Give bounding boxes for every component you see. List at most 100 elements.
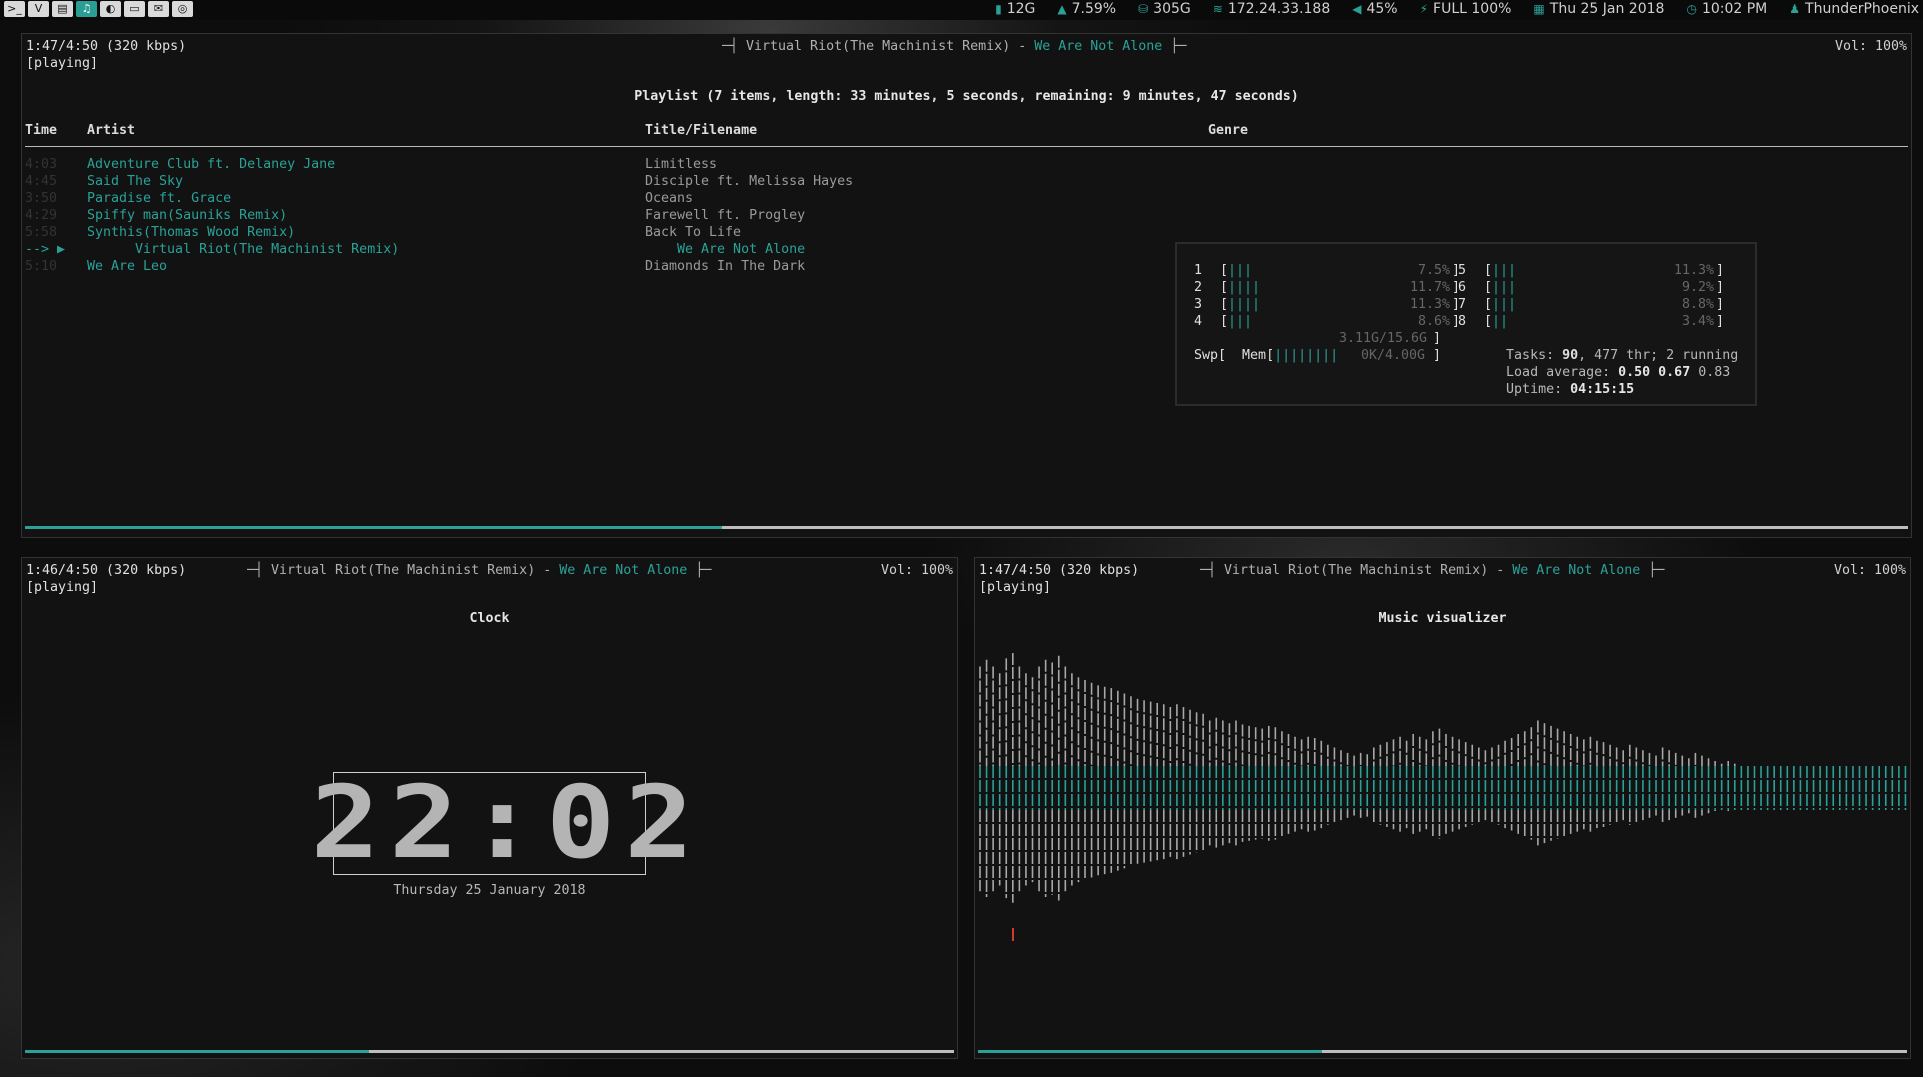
status-text: Thu 25 Jan 2018: [1549, 1, 1665, 17]
track-title: We Are Not Alone: [645, 242, 806, 257]
cpu-percent: 8.6%: [1417, 314, 1450, 329]
track-title: Oceans: [645, 191, 694, 206]
track-time: 5:58: [25, 225, 58, 240]
cpu-id: 3: [1194, 297, 1203, 312]
launcher-0-icon[interactable]: >_: [4, 1, 25, 17]
uptime-line: Uptime: 04:15:15: [1506, 382, 1635, 397]
playlist-row[interactable]: 4:45 Said The Sky Disciple ft. Melissa Hay…: [22, 173, 1911, 190]
system-status-area: ▮ 12G ▲ 7.59% ⛁ 305G ≋ 172.24.33.188 ◀ 45% ⚡ FULL 1…: [995, 1, 1919, 17]
status-item: ⛁ 305G: [1138, 1, 1191, 17]
header-divider: [25, 146, 1908, 147]
cpu-percent: 11.3%: [1409, 297, 1450, 312]
column-artist[interactable]: Artist: [87, 122, 135, 139]
swap-meter: Swp[: [1194, 348, 1227, 363]
playlist-progress-bar[interactable]: [25, 526, 1908, 529]
volume-indicator: Vol: 100%: [1833, 563, 1906, 578]
volume-icon: ◀: [1352, 2, 1362, 16]
playback-state: [playing]: [26, 580, 99, 595]
visualizer-heading: Music visualizer: [1378, 611, 1507, 626]
cpu-percent: 8.8%: [1681, 297, 1714, 312]
htop-widget: 1[||| 7.5%] 2[|||| 11.7%] 3[|||| 11.3%] 4[||| 8…: [1175, 242, 1757, 406]
visualizer-progress-bar[interactable]: [978, 1050, 1907, 1053]
now-playing-title: ─┤ Virtual Riot(The Machinist Remix) - W…: [247, 563, 712, 578]
chip-icon: ▮: [995, 2, 1002, 16]
status-item: ⚡ FULL 100%: [1420, 1, 1512, 17]
cpu-bar: |||: [1492, 280, 1517, 295]
track-title: Limitless: [645, 157, 718, 172]
cpu-bar: |||: [1492, 297, 1517, 312]
launcher-5-icon[interactable]: ▭: [124, 1, 145, 17]
track-title: Disciple ft. Melissa Hayes: [645, 174, 854, 189]
cpu-percent: 7.5%: [1417, 263, 1450, 278]
swap-value: 0K/4.00G: [1361, 348, 1426, 363]
playback-time: 1:47/4:50 (320 kbps): [26, 39, 187, 54]
playlist-pane[interactable]: 1:47/4:50 (320 kbps) [playing] ─┤ Virtua…: [21, 33, 1912, 538]
cpu-id: 5: [1458, 263, 1467, 278]
status-text: 172.24.33.188: [1227, 1, 1331, 17]
status-item: ▲ 7.59%: [1057, 1, 1116, 17]
cpu-id: 6: [1458, 280, 1467, 295]
cpu-percent: 9.2%: [1681, 280, 1714, 295]
track-title: Diamonds In The Dark: [645, 259, 806, 274]
playlist-row[interactable]: 3:50 Paradise ft. Grace Oceans: [22, 190, 1911, 207]
playback-time: 1:47/4:50 (320 kbps): [979, 563, 1140, 578]
playback-state: [playing]: [979, 580, 1052, 595]
launcher-7-icon[interactable]: ◎: [172, 1, 193, 17]
clock-progress-bar[interactable]: [25, 1050, 954, 1053]
cpu-percent: 3.4%: [1681, 314, 1714, 329]
status-text: ThunderPhoenix: [1805, 1, 1919, 17]
track-artist: Spiffy man(Sauniks Remix): [87, 208, 288, 223]
calendar-icon: ▦: [1533, 2, 1545, 16]
launcher-6-icon[interactable]: ✉: [148, 1, 169, 17]
cpu-bar: |||: [1492, 263, 1517, 278]
cpu-id: 7: [1458, 297, 1467, 312]
disk-icon: ⛁: [1138, 2, 1149, 16]
track-title: Back To Life: [645, 225, 742, 240]
launcher-3-icon[interactable]: ♫: [76, 1, 97, 17]
waveform-visualizer: [979, 653, 1907, 941]
launcher-4-icon[interactable]: ◐: [100, 1, 121, 17]
wifi-icon: ≋: [1212, 2, 1223, 16]
status-item: ≋ 172.24.33.188: [1213, 1, 1331, 17]
playback-state: [playing]: [26, 56, 99, 71]
track-time: 3:50: [25, 191, 58, 206]
clock-date: Thursday 25 January 2018: [393, 883, 586, 898]
playlist-row[interactable]: 5:58 Synthis(Thomas Wood Remix) Back To Li…: [22, 224, 1911, 241]
mem-value: 3.11G/15.6G: [1339, 331, 1428, 346]
clock-pane[interactable]: 1:46/4:50 (320 kbps) [playing] ─┤ Virtua…: [21, 557, 958, 1059]
cpu-bar: ||||: [1228, 297, 1261, 312]
volume-indicator: Vol: 100%: [880, 563, 953, 578]
clock-digits: 22:02: [310, 764, 703, 881]
now-playing-title: ─┤ Virtual Riot(The Machinist Remix) - W…: [722, 39, 1187, 54]
column-time[interactable]: Time: [25, 122, 57, 139]
track-time: 5:10: [25, 259, 58, 274]
cpu-percent: 11.7%: [1409, 280, 1450, 295]
column-genre[interactable]: Genre: [1208, 122, 1248, 139]
track-time: 4:29: [25, 208, 58, 223]
cpu-bar: ||||: [1228, 280, 1261, 295]
clock-heading: Clock: [469, 611, 510, 626]
visualizer-pane[interactable]: 1:47/4:50 (320 kbps) [playing] ─┤ Virtua…: [974, 557, 1911, 1059]
playlist-row[interactable]: 4:03 Adventure Club ft. Delaney Jane Limit…: [22, 156, 1911, 173]
track-artist: Paradise ft. Grace: [87, 191, 232, 206]
clock-icon: ◷: [1686, 2, 1697, 16]
track-time: 4:03: [25, 157, 58, 172]
playlist-row[interactable]: 4:29 Spiffy man(Sauniks Remix) Farewell ft…: [22, 207, 1911, 224]
status-item: ▮ 12G: [995, 1, 1035, 17]
battery-plug-icon: ⚡: [1419, 2, 1429, 16]
volume-indicator: Vol: 100%: [1834, 39, 1907, 54]
cpu-bar: |||: [1228, 263, 1253, 278]
app-launchers[interactable]: >_ V ▤ ♫ ◐ ▭ ✉ ◎: [4, 1, 193, 17]
cpu-id: 2: [1194, 280, 1203, 295]
status-item: ▦ Thu 25 Jan 2018: [1533, 1, 1664, 17]
launcher-1-icon[interactable]: V: [28, 1, 49, 17]
track-artist: Said The Sky: [87, 174, 184, 189]
top-status-bar: >_ V ▤ ♫ ◐ ▭ ✉ ◎ ▮ 12G ▲ 7.59% ⛁ 305G ≋ 172.24.33.188 ◀…: [0, 0, 1923, 20]
column-title[interactable]: Title/Filename: [645, 122, 757, 139]
cpu-id: 4: [1194, 314, 1203, 329]
playback-time: 1:46/4:50 (320 kbps): [26, 563, 187, 578]
launcher-2-icon[interactable]: ▤: [52, 1, 73, 17]
track-title: Farewell ft. Progley: [645, 208, 806, 223]
status-text: 7.59%: [1071, 1, 1117, 17]
status-text: 45%: [1366, 1, 1398, 17]
